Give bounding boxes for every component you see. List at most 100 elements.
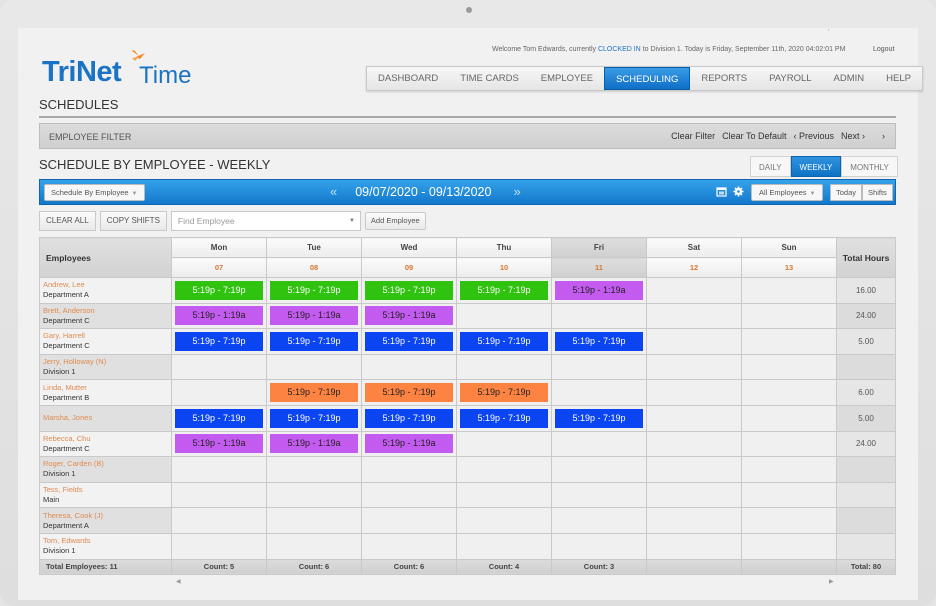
day-cell-wed[interactable] [361, 456, 457, 483]
day-cell-sat[interactable] [646, 532, 742, 560]
day-cell-wed[interactable] [361, 353, 457, 381]
day-cell-thu[interactable]: 5:19p - 7:19p [456, 404, 552, 432]
gear-icon[interactable] [733, 186, 744, 197]
today-button[interactable]: Today [830, 184, 863, 201]
day-cell-sat[interactable] [646, 456, 742, 483]
day-cell-tue[interactable]: 5:19p - 7:19p [266, 277, 362, 304]
employee-name-link[interactable]: Andrew, Lee [43, 280, 171, 290]
day-cell-sat[interactable] [646, 379, 742, 406]
employees-dropdown[interactable]: All Employees ▼ [751, 184, 824, 201]
shift-block[interactable]: 5:19p - 7:19p [270, 408, 358, 428]
shift-block[interactable]: 5:19p - 1:19a [175, 434, 263, 454]
day-cell-fri[interactable] [551, 456, 647, 483]
shift-block[interactable]: 5:19p - 7:19p [555, 408, 643, 428]
day-header-sat[interactable]: Sat [646, 237, 742, 258]
shift-block[interactable]: 5:19p - 7:19p [175, 280, 263, 300]
shift-block[interactable]: 5:19p - 1:19a [175, 306, 263, 326]
day-cell-tue[interactable]: 5:19p - 7:19p [266, 328, 362, 355]
shift-block[interactable]: 5:19p - 7:19p [270, 383, 358, 403]
date-header-tue[interactable]: 08 [266, 257, 362, 278]
employee-name-link[interactable]: Tess, Fields [43, 485, 171, 495]
day-cell-thu[interactable] [456, 507, 552, 534]
employee-name-link[interactable]: Tom, Edwards [43, 536, 171, 546]
employee-name-link[interactable]: Gary, Harrell [43, 331, 171, 341]
employee-name-link[interactable]: Marsha, Jones [43, 413, 171, 423]
day-cell-thu[interactable] [456, 532, 552, 560]
day-cell-tue[interactable] [266, 507, 362, 534]
day-cell-fri[interactable]: 5:19p - 7:19p [551, 328, 647, 355]
day-cell-sun[interactable] [741, 430, 837, 458]
shift-block[interactable]: 5:19p - 1:19a [365, 306, 453, 326]
next-week-icon[interactable]: » [513, 184, 520, 199]
date-header-mon[interactable]: 07 [171, 257, 267, 278]
shift-block[interactable]: 5:19p - 7:19p [175, 331, 263, 351]
day-cell-fri[interactable] [551, 532, 647, 560]
day-cell-sat[interactable] [646, 430, 742, 458]
day-cell-thu[interactable] [456, 481, 552, 509]
day-cell-wed[interactable]: 5:19p - 7:19p [361, 379, 457, 406]
nav-time-cards[interactable]: TIME CARDS [449, 67, 530, 90]
day-cell-mon[interactable] [171, 456, 267, 483]
employee-name-link[interactable]: Rebecca, Chu [43, 434, 171, 444]
shift-block[interactable]: 5:19p - 7:19p [270, 280, 358, 300]
day-cell-mon[interactable] [171, 379, 267, 406]
day-cell-thu[interactable] [456, 430, 552, 458]
day-cell-tue[interactable] [266, 353, 362, 381]
day-cell-fri[interactable]: 5:19p - 1:19a [551, 277, 647, 304]
day-cell-thu[interactable] [456, 353, 552, 381]
date-header-wed[interactable]: 09 [361, 257, 457, 278]
day-header-thu[interactable]: Thu [456, 237, 552, 258]
day-cell-thu[interactable]: 5:19p - 7:19p [456, 328, 552, 355]
day-cell-fri[interactable] [551, 353, 647, 381]
day-cell-fri[interactable]: 5:19p - 7:19p [551, 404, 647, 432]
day-cell-tue[interactable] [266, 456, 362, 483]
shift-block[interactable]: 5:19p - 7:19p [365, 408, 453, 428]
previous-link[interactable]: ‹ Previous [793, 131, 834, 141]
date-header-fri[interactable]: 11 [551, 257, 647, 278]
shift-block[interactable]: 5:19p - 1:19a [270, 306, 358, 326]
day-cell-wed[interactable]: 5:19p - 1:19a [361, 430, 457, 458]
day-cell-mon[interactable] [171, 532, 267, 560]
nav-admin[interactable]: ADMIN [823, 67, 876, 90]
day-cell-tue[interactable]: 5:19p - 1:19a [266, 302, 362, 330]
day-cell-sun[interactable] [741, 353, 837, 381]
day-cell-wed[interactable] [361, 507, 457, 534]
shift-block[interactable]: 5:19p - 7:19p [460, 408, 548, 428]
nav-employee[interactable]: EMPLOYEE [530, 67, 604, 90]
day-cell-thu[interactable]: 5:19p - 7:19p [456, 379, 552, 406]
day-cell-wed[interactable]: 5:19p - 7:19p [361, 328, 457, 355]
date-header-thu[interactable]: 10 [456, 257, 552, 278]
day-cell-wed[interactable]: 5:19p - 7:19p [361, 404, 457, 432]
shift-block[interactable]: 5:19p - 1:19a [555, 280, 643, 300]
employee-name-link[interactable]: Roger, Carden (B) [43, 459, 171, 469]
day-cell-fri[interactable] [551, 430, 647, 458]
employee-name-link[interactable]: Jerry, Holloway (N) [43, 357, 171, 367]
shift-block[interactable]: 5:19p - 7:19p [365, 280, 453, 300]
day-cell-sun[interactable] [741, 532, 837, 560]
add-employee-button[interactable]: Add Employee [364, 212, 426, 230]
day-cell-mon[interactable] [171, 353, 267, 381]
day-header-sun[interactable]: Sun [741, 237, 837, 258]
day-cell-sat[interactable] [646, 404, 742, 432]
employee-filter-label[interactable]: EMPLOYEE FILTER [49, 132, 131, 142]
day-cell-sat[interactable] [646, 507, 742, 534]
shift-block[interactable]: 5:19p - 7:19p [555, 331, 643, 351]
day-cell-tue[interactable]: 5:19p - 1:19a [266, 430, 362, 458]
day-cell-sun[interactable] [741, 507, 837, 534]
day-cell-tue[interactable] [266, 481, 362, 509]
day-header-mon[interactable]: Mon [171, 237, 267, 258]
shifts-button[interactable]: Shifts [862, 184, 893, 201]
day-header-fri[interactable]: Fri [551, 237, 647, 258]
day-cell-sun[interactable] [741, 481, 837, 509]
shift-block[interactable]: 5:19p - 7:19p [460, 383, 548, 403]
day-cell-sat[interactable] [646, 328, 742, 355]
day-header-wed[interactable]: Wed [361, 237, 457, 258]
shift-block[interactable]: 5:19p - 7:19p [365, 383, 453, 403]
day-cell-tue[interactable]: 5:19p - 7:19p [266, 379, 362, 406]
calendar-icon[interactable] [716, 186, 727, 197]
nav-dashboard[interactable]: DASHBOARD [367, 67, 449, 90]
day-cell-sun[interactable] [741, 277, 837, 304]
copy-shifts-button[interactable]: COPY SHIFTS [99, 211, 167, 231]
day-cell-wed[interactable]: 5:19p - 1:19a [361, 302, 457, 330]
shift-block[interactable]: 5:19p - 7:19p [175, 408, 263, 428]
